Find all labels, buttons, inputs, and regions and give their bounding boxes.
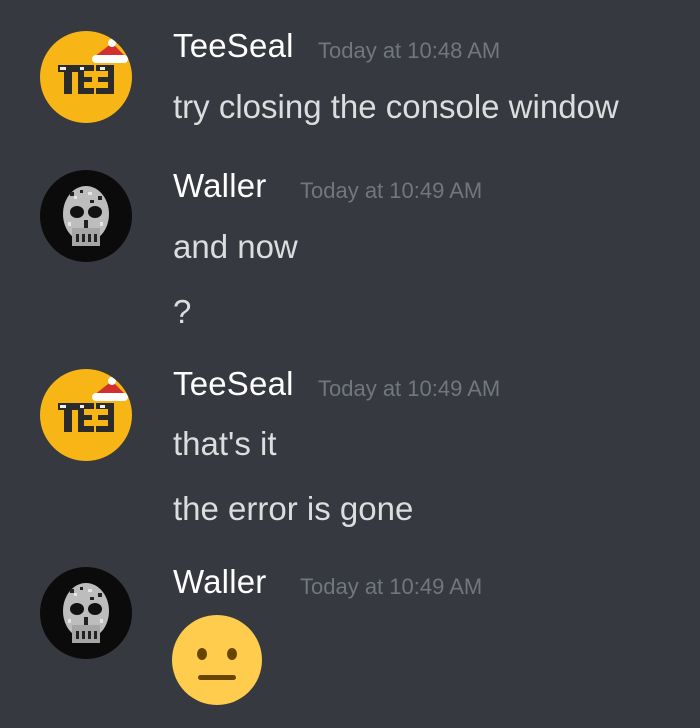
timestamp: Today at 10:49 AM bbox=[318, 376, 501, 401]
message-text: the error is gone bbox=[173, 490, 414, 527]
timestamp: Today at 10:49 AM bbox=[300, 574, 483, 599]
avatar[interactable] bbox=[40, 567, 132, 659]
username[interactable]: TeeSeal bbox=[173, 27, 294, 65]
skull-mask-icon bbox=[40, 170, 132, 262]
avatar[interactable] bbox=[40, 369, 132, 461]
message-text: and now bbox=[173, 228, 298, 265]
message-text: ? bbox=[173, 293, 192, 330]
username[interactable]: Waller bbox=[173, 167, 266, 205]
avatar[interactable] bbox=[40, 170, 132, 262]
chat-log: TeeSeal Today at 10:48 AM try closing th… bbox=[0, 0, 700, 728]
message-text: try closing the console window bbox=[173, 88, 619, 125]
timestamp: Today at 10:49 AM bbox=[300, 178, 483, 203]
username[interactable]: Waller bbox=[173, 563, 266, 601]
teeseal-logo-icon bbox=[40, 31, 132, 123]
message-text: that's it bbox=[173, 425, 277, 462]
username[interactable]: TeeSeal bbox=[173, 365, 294, 403]
timestamp: Today at 10:48 AM bbox=[318, 38, 501, 63]
teeseal-logo-icon bbox=[40, 369, 132, 461]
neutral-face-emoji-icon bbox=[171, 614, 263, 706]
avatar[interactable] bbox=[40, 31, 132, 123]
skull-mask-icon bbox=[40, 567, 132, 659]
